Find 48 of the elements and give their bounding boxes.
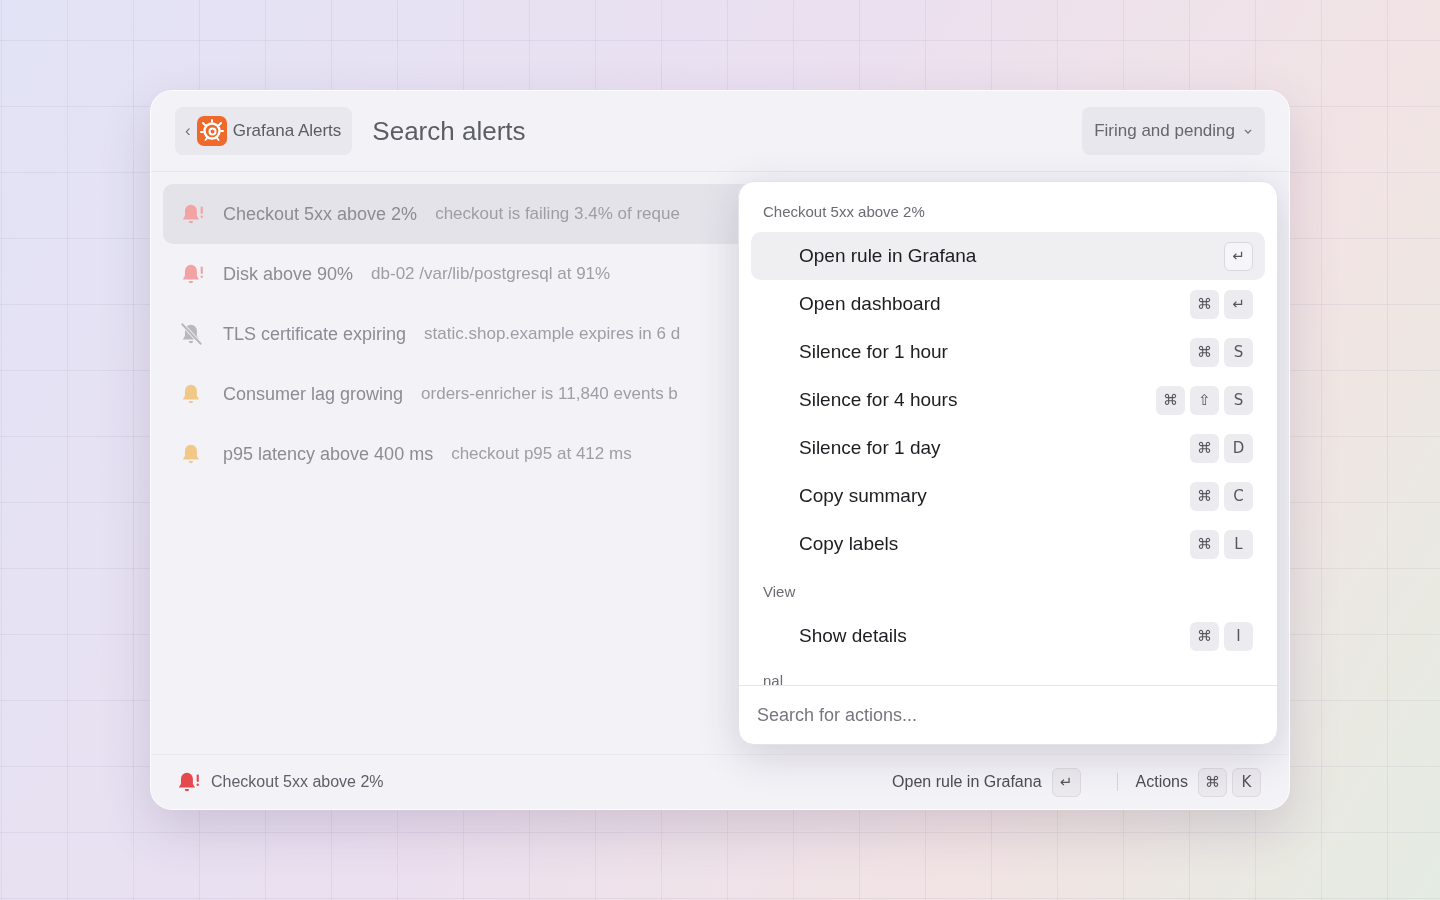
action-item[interactable]: Silence for 1 hour ⌘ S (751, 328, 1265, 376)
key-cap: I (1224, 621, 1253, 651)
key-cap: ⌘ (1190, 481, 1219, 511)
action-item[interactable]: Silence for 1 day ⌘ D (751, 424, 1265, 472)
alert-title: TLS certificate expiring (223, 323, 407, 345)
action-item[interactable]: Show details ⌘ I (751, 612, 1265, 660)
key-cap: ⌘ (1190, 337, 1219, 367)
action-item[interactable]: Open rule in Grafana ↵ (751, 232, 1265, 280)
alert-title: Consumer lag growing (223, 383, 404, 405)
actions-button[interactable]: Actions ⌘ K (1135, 767, 1261, 797)
bell-slash-icon (179, 321, 205, 347)
key-cap: ↵ (1224, 289, 1253, 319)
section-heading: View (762, 582, 797, 602)
key-cap: ↵ (1224, 241, 1253, 271)
key-cap: ⌘ (1190, 529, 1219, 559)
filter-dropdown[interactable]: Firing and pending (1082, 107, 1265, 155)
key-cap: ⌘ (1190, 621, 1219, 651)
action-item[interactable]: Copy summary ⌘ C (751, 472, 1265, 520)
back-button[interactable]: ‹ Grafana Alerts (175, 107, 353, 155)
key-cap: ⌘ (1156, 385, 1185, 415)
alert-description: db-02 /var/lib/postgresql at 91% (371, 264, 611, 284)
alert-description: static.shop.example expires in 6 d (424, 324, 681, 344)
primary-action-button[interactable]: Open rule in Grafana ↵ (892, 767, 1081, 797)
alert-description: orders-enricher is 11,840 events b (421, 384, 678, 404)
key-cap: ⌘ (1190, 289, 1219, 319)
alert-title: Disk above 90% (223, 263, 354, 285)
section-heading: Checkout 5xx above 2% (762, 202, 926, 222)
key-cap: D (1224, 433, 1253, 463)
action-item[interactable]: Silence for 4 hours ⌘ ⇧ S (751, 376, 1265, 424)
app-logo (196, 116, 227, 146)
key-cap: K (1232, 767, 1261, 797)
alert-title: Checkout 5xx above 2% (223, 203, 418, 225)
alert-title: p95 latency above 400 ms (223, 443, 434, 465)
key-cap: C (1224, 481, 1253, 511)
action-item[interactable]: Open dashboard ⌘ ↵ (751, 280, 1265, 328)
action-item[interactable]: Copy labels ⌘ L (751, 520, 1265, 568)
key-cap: S (1224, 385, 1253, 415)
selected-alert-title: Checkout 5xx above 2% (211, 773, 384, 790)
key-cap: S (1224, 337, 1253, 367)
alert-description: checkout is failing 3.4% of reque (435, 204, 680, 224)
key-cap: ⇧ (1190, 385, 1219, 415)
alert-description: checkout p95 at 412 ms (451, 444, 632, 464)
action-search-field[interactable]: Search for actions... (739, 686, 1277, 744)
key-cap: ↵ (1051, 767, 1081, 797)
key-cap: ⌘ (1198, 767, 1227, 797)
search-title: Search alerts (372, 115, 527, 147)
key-cap: ⌘ (1190, 433, 1219, 463)
key-cap: L (1224, 529, 1253, 559)
